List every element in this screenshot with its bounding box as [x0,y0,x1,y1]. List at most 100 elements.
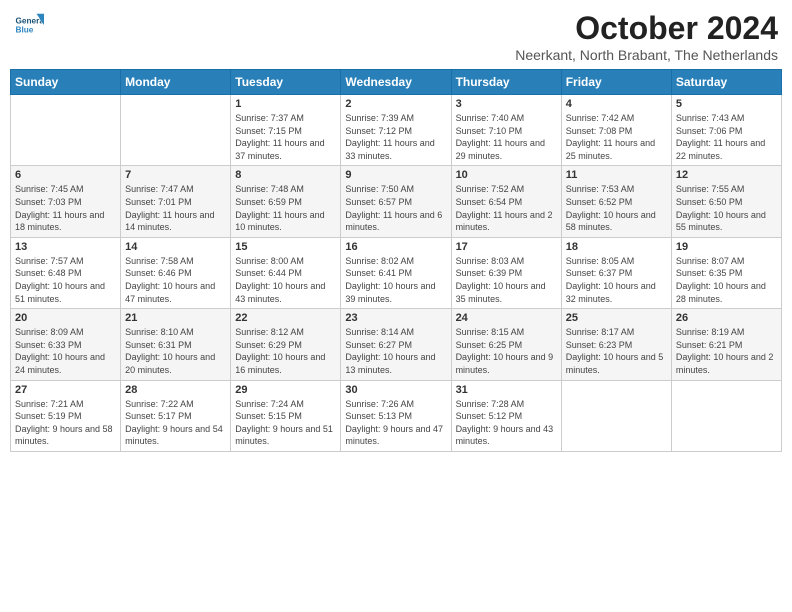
weekday-header: Thursday [451,70,561,95]
day-info: Sunrise: 8:03 AMSunset: 6:39 PMDaylight:… [456,255,557,305]
day-number: 24 [456,312,557,324]
month-title: October 2024 [515,10,778,47]
day-number: 15 [235,241,336,253]
calendar-cell: 16 Sunrise: 8:02 AMSunset: 6:41 PMDayligh… [341,237,451,308]
day-number: 11 [566,169,667,181]
calendar-cell: 29 Sunrise: 7:24 AMSunset: 5:15 PMDayligh… [231,380,341,451]
weekday-header: Tuesday [231,70,341,95]
day-info: Sunrise: 7:42 AMSunset: 7:08 PMDaylight:… [566,112,667,162]
day-info: Sunrise: 7:52 AMSunset: 6:54 PMDaylight:… [456,183,557,233]
calendar-cell [671,380,781,451]
calendar-cell [121,95,231,166]
calendar-week-row: 27 Sunrise: 7:21 AMSunset: 5:19 PMDayligh… [11,380,782,451]
day-number: 9 [345,169,446,181]
calendar-cell: 18Sunrise: 8:05 AMSunset: 6:37 PMDayligh… [561,237,671,308]
day-info: Sunrise: 7:37 AMSunset: 7:15 PMDaylight:… [235,112,336,162]
calendar-cell: 20Sunrise: 8:09 AMSunset: 6:33 PMDayligh… [11,309,121,380]
day-info: Sunrise: 7:45 AMSunset: 7:03 PMDaylight:… [15,183,116,233]
calendar-table: SundayMondayTuesdayWednesdayThursdayFrid… [10,69,782,452]
day-number: 18 [566,241,667,253]
day-number: 30 [345,384,446,396]
calendar-header-row: SundayMondayTuesdayWednesdayThursdayFrid… [11,70,782,95]
day-info: Sunrise: 7:48 AMSunset: 6:59 PMDaylight:… [235,183,336,233]
calendar-cell: 8 Sunrise: 7:48 AMSunset: 6:59 PMDaylight… [231,166,341,237]
day-info: Sunrise: 7:40 AMSunset: 7:10 PMDaylight:… [456,112,557,162]
day-number: 22 [235,312,336,324]
day-info: Sunrise: 7:53 AMSunset: 6:52 PMDaylight:… [566,183,667,233]
calendar-cell: 28 Sunrise: 7:22 AMSunset: 5:17 PMDayligh… [121,380,231,451]
day-number: 26 [676,312,777,324]
day-info: Sunrise: 7:24 AMSunset: 5:15 PMDaylight:… [235,398,336,448]
weekday-header: Friday [561,70,671,95]
calendar-cell: 2Sunrise: 7:39 AMSunset: 7:12 PMDaylight… [341,95,451,166]
day-number: 2 [345,98,446,110]
location-subtitle: Neerkant, North Brabant, The Netherlands [515,47,778,63]
day-number: 5 [676,98,777,110]
calendar-cell: 1Sunrise: 7:37 AMSunset: 7:15 PMDaylight… [231,95,341,166]
calendar-cell: 24Sunrise: 8:15 AMSunset: 6:25 PMDayligh… [451,309,561,380]
calendar-cell: 13 Sunrise: 7:57 AMSunset: 6:48 PMDayligh… [11,237,121,308]
calendar-cell: 31Sunrise: 7:28 AMSunset: 5:12 PMDayligh… [451,380,561,451]
weekday-header: Saturday [671,70,781,95]
calendar-cell: 22 Sunrise: 8:12 AMSunset: 6:29 PMDayligh… [231,309,341,380]
weekday-header: Sunday [11,70,121,95]
day-number: 29 [235,384,336,396]
calendar-week-row: 20Sunrise: 8:09 AMSunset: 6:33 PMDayligh… [11,309,782,380]
day-number: 17 [456,241,557,253]
calendar-week-row: 6 Sunrise: 7:45 AMSunset: 7:03 PMDaylight… [11,166,782,237]
calendar-cell: 11 Sunrise: 7:53 AMSunset: 6:52 PMDayligh… [561,166,671,237]
calendar-cell: 21Sunrise: 8:10 AMSunset: 6:31 PMDayligh… [121,309,231,380]
calendar-cell: 14 Sunrise: 7:58 AMSunset: 6:46 PMDayligh… [121,237,231,308]
day-info: Sunrise: 7:21 AMSunset: 5:19 PMDaylight:… [15,398,116,448]
day-info: Sunrise: 7:58 AMSunset: 6:46 PMDaylight:… [125,255,226,305]
day-number: 31 [456,384,557,396]
calendar-cell: 23Sunrise: 8:14 AMSunset: 6:27 PMDayligh… [341,309,451,380]
calendar-cell: 15 Sunrise: 8:00 AMSunset: 6:44 PMDayligh… [231,237,341,308]
calendar-cell [561,380,671,451]
day-number: 10 [456,169,557,181]
calendar-cell [11,95,121,166]
svg-text:Blue: Blue [16,26,34,35]
day-number: 28 [125,384,226,396]
calendar-cell: 6 Sunrise: 7:45 AMSunset: 7:03 PMDaylight… [11,166,121,237]
calendar-cell: 9Sunrise: 7:50 AMSunset: 6:57 PMDaylight… [341,166,451,237]
page-header: General Blue October 2024 Neerkant, Nort… [10,10,782,63]
calendar-cell: 30 Sunrise: 7:26 AMSunset: 5:13 PMDayligh… [341,380,451,451]
weekday-header: Wednesday [341,70,451,95]
day-info: Sunrise: 8:02 AMSunset: 6:41 PMDaylight:… [345,255,446,305]
day-info: Sunrise: 7:57 AMSunset: 6:48 PMDaylight:… [15,255,116,305]
calendar-cell: 12Sunrise: 7:55 AMSunset: 6:50 PMDayligh… [671,166,781,237]
day-number: 12 [676,169,777,181]
calendar-cell: 27 Sunrise: 7:21 AMSunset: 5:19 PMDayligh… [11,380,121,451]
calendar-cell: 19 Sunrise: 8:07 AMSunset: 6:35 PMDayligh… [671,237,781,308]
calendar-cell: 26 Sunrise: 8:19 AMSunset: 6:21 PMDayligh… [671,309,781,380]
day-info: Sunrise: 7:26 AMSunset: 5:13 PMDaylight:… [345,398,446,448]
day-info: Sunrise: 8:17 AMSunset: 6:23 PMDaylight:… [566,326,667,376]
day-number: 8 [235,169,336,181]
calendar-cell: 25 Sunrise: 8:17 AMSunset: 6:23 PMDayligh… [561,309,671,380]
day-info: Sunrise: 8:09 AMSunset: 6:33 PMDaylight:… [15,326,116,376]
day-info: Sunrise: 8:00 AMSunset: 6:44 PMDaylight:… [235,255,336,305]
calendar-cell: 3Sunrise: 7:40 AMSunset: 7:10 PMDaylight… [451,95,561,166]
day-number: 13 [15,241,116,253]
day-info: Sunrise: 8:19 AMSunset: 6:21 PMDaylight:… [676,326,777,376]
day-number: 16 [345,241,446,253]
day-number: 7 [125,169,226,181]
day-info: Sunrise: 8:07 AMSunset: 6:35 PMDaylight:… [676,255,777,305]
calendar-cell: 17 Sunrise: 8:03 AMSunset: 6:39 PMDayligh… [451,237,561,308]
day-number: 6 [15,169,116,181]
day-number: 25 [566,312,667,324]
calendar-cell: 10 Sunrise: 7:52 AMSunset: 6:54 PMDayligh… [451,166,561,237]
day-info: Sunrise: 7:47 AMSunset: 7:01 PMDaylight:… [125,183,226,233]
day-number: 19 [676,241,777,253]
day-number: 4 [566,98,667,110]
calendar-cell: 5Sunrise: 7:43 AMSunset: 7:06 PMDaylight… [671,95,781,166]
day-info: Sunrise: 8:12 AMSunset: 6:29 PMDaylight:… [235,326,336,376]
weekday-header: Monday [121,70,231,95]
day-number: 27 [15,384,116,396]
day-number: 14 [125,241,226,253]
day-info: Sunrise: 8:10 AMSunset: 6:31 PMDaylight:… [125,326,226,376]
title-block: October 2024 Neerkant, North Brabant, Th… [515,10,778,63]
calendar-week-row: 1Sunrise: 7:37 AMSunset: 7:15 PMDaylight… [11,95,782,166]
day-info: Sunrise: 7:22 AMSunset: 5:17 PMDaylight:… [125,398,226,448]
